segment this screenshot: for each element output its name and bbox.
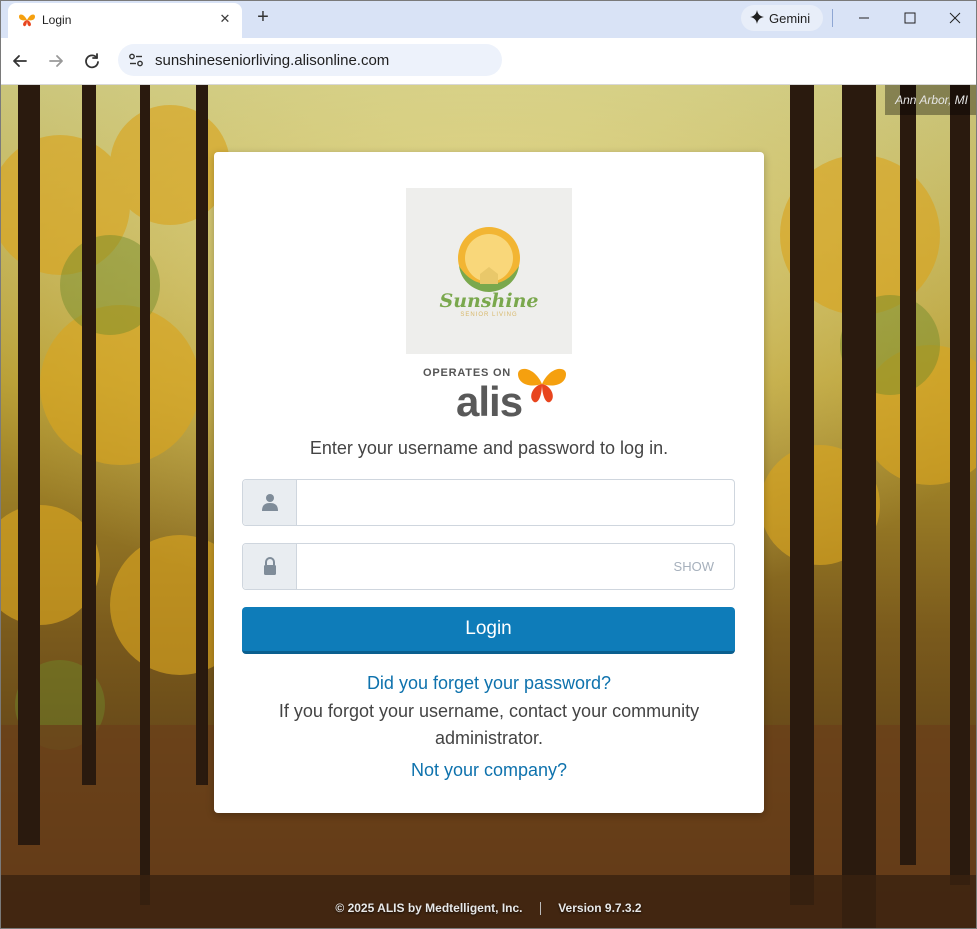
- company-logo: Sunshine SENIOR LIVING: [406, 188, 572, 354]
- company-tagline: SENIOR LIVING: [460, 312, 518, 318]
- password-field: SHOW: [242, 543, 735, 590]
- alis-wordmark: alis: [456, 378, 523, 425]
- password-addon: [243, 544, 297, 589]
- alis-butterfly-icon: [518, 368, 566, 403]
- page-footer: © 2025 ALIS by Medtelligent, Inc. Versio…: [0, 901, 977, 916]
- copyright-text: © 2025 ALIS by Medtelligent, Inc.: [335, 901, 523, 915]
- version-text: Version 9.7.3.2: [558, 901, 642, 915]
- address-bar[interactable]: sunshineseniorliving.alisonline.com: [118, 44, 502, 76]
- browser-tab-active[interactable]: Login ✕: [8, 3, 242, 38]
- browser-toolbar: sunshineseniorliving.alisonline.com: [0, 38, 977, 85]
- close-tab-icon[interactable]: ✕: [216, 10, 234, 28]
- background-location-caption: Ann Arbor, MI: [885, 85, 977, 115]
- lock-icon: [264, 557, 276, 575]
- sunshine-logo-icon: [458, 227, 520, 292]
- back-arrow-icon[interactable]: [9, 50, 31, 72]
- forgot-password-link[interactable]: Did you forget your password?: [214, 673, 764, 694]
- user-icon: [262, 494, 278, 511]
- alis-favicon-icon: [19, 14, 35, 27]
- url-text: sunshineseniorliving.alisonline.com: [155, 52, 390, 69]
- forgot-username-text: If you forgot your username, contact you…: [278, 701, 700, 748]
- forward-arrow-icon[interactable]: [45, 50, 67, 72]
- minimize-icon[interactable]: [841, 4, 887, 32]
- window-close-icon[interactable]: [932, 4, 977, 32]
- login-instruction: Enter your username and password to log …: [309, 438, 669, 458]
- username-addon: [243, 480, 297, 525]
- new-tab-button[interactable]: +: [252, 7, 274, 29]
- maximize-icon[interactable]: [887, 4, 933, 32]
- tab-title: Login: [42, 13, 72, 27]
- username-field: [242, 479, 735, 526]
- site-settings-icon[interactable]: [128, 52, 144, 68]
- gemini-sparkle-icon: [750, 10, 764, 24]
- login-button[interactable]: Login: [242, 607, 735, 654]
- password-input[interactable]: [298, 544, 658, 589]
- browser-tab-bar: Login ✕ + Gemini: [0, 0, 977, 38]
- reload-icon[interactable]: [81, 50, 103, 72]
- show-password-toggle[interactable]: SHOW: [674, 559, 714, 574]
- toolbar-divider: [832, 9, 833, 27]
- login-card: Sunshine SENIOR LIVING OPERATES ON alis …: [214, 152, 764, 813]
- gemini-label: Gemini: [769, 11, 811, 26]
- footer-divider: [539, 902, 541, 916]
- page-viewport: Ann Arbor, MI Sunshine SENIOR LIVING OPE…: [0, 85, 977, 929]
- not-your-company-link[interactable]: Not your company?: [214, 760, 764, 781]
- gemini-button[interactable]: Gemini: [741, 5, 823, 31]
- username-input[interactable]: [298, 480, 734, 525]
- company-name: Sunshine: [439, 290, 539, 312]
